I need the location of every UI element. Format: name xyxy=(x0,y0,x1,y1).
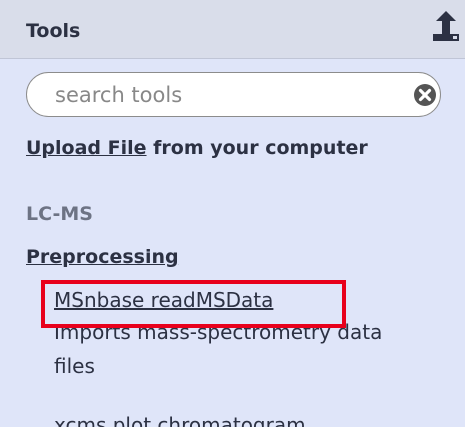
clear-icon[interactable] xyxy=(413,83,437,107)
upload-file-suffix: from your computer xyxy=(146,137,368,159)
search-box[interactable] xyxy=(26,72,441,117)
panel-title: Tools xyxy=(26,20,81,42)
category-preprocessing-link[interactable]: Preprocessing xyxy=(26,246,179,268)
galaxy-window: Tools Upload File from your computer LC-… xyxy=(0,0,465,427)
upload-file-line: Upload File from your computer xyxy=(26,137,368,159)
tool-item-xcms-plot-chromatogram[interactable]: xcms plot chromatogram xyxy=(54,413,306,427)
tool-name-link[interactable]: MSnbase readMSData xyxy=(54,287,273,313)
upload-file-link[interactable]: Upload File xyxy=(26,137,147,159)
tool-panel-header: Tools xyxy=(0,0,465,59)
search-input[interactable] xyxy=(55,79,395,111)
tool-panel: Tools Upload File from your computer LC-… xyxy=(0,0,465,427)
tool-item-msnbase-readmsdata: MSnbase readMSData Imports mass-spectrom… xyxy=(54,287,454,383)
tool-description: Imports mass-spectrometry data files xyxy=(54,320,383,378)
section-label-lc-ms: LC-MS xyxy=(26,203,93,225)
upload-icon[interactable] xyxy=(431,10,465,44)
